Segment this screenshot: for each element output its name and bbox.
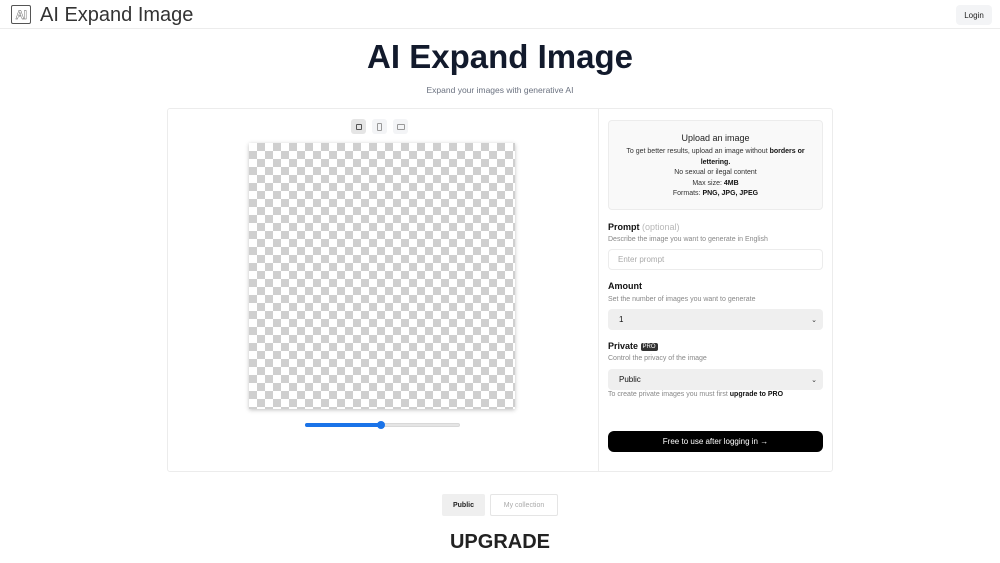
upgrade-to-pro-link[interactable]: upgrade to PRO (730, 391, 783, 398)
amount-description: Set the number of images you want to gen… (608, 296, 756, 303)
upload-title: Upload an image (681, 133, 750, 143)
amount-selected-value: 1 (619, 315, 624, 324)
upload-content-rule: No sexual or ilegal content (674, 169, 757, 176)
upgrade-hint-text: To create private images you must first (608, 391, 730, 398)
image-canvas[interactable] (249, 143, 515, 409)
logo-icon[interactable]: AI (11, 5, 31, 24)
upload-tip: To get better results, upload an image w… (619, 147, 812, 168)
app-title[interactable]: AI Expand Image (40, 4, 193, 27)
panel-divider (598, 109, 599, 471)
prompt-input[interactable] (608, 249, 823, 270)
privacy-select[interactable]: Public ⌄ (608, 369, 823, 390)
prompt-label-text: Prompt (608, 222, 640, 232)
formats-label: Formats: (672, 190, 703, 197)
login-to-use-button[interactable]: Free to use after logging in → (608, 431, 823, 452)
private-label-text: Private (608, 341, 639, 351)
private-description: Control the privacy of the image (608, 355, 707, 362)
login-button[interactable]: Login (956, 5, 992, 25)
upload-max-size: Max size: 4MB (619, 179, 812, 190)
slider-thumb[interactable] (376, 421, 385, 429)
slider-fill (305, 423, 381, 427)
page-title: AI Expand Image (367, 38, 633, 75)
upgrade-heading: UPGRADE (449, 531, 550, 553)
amount-select[interactable]: 1 ⌄ (608, 309, 823, 330)
privacy-selected-value: Public (619, 375, 641, 384)
monitor-icon (396, 123, 405, 130)
tab-public[interactable]: Public (442, 494, 485, 516)
ratio-square-button[interactable] (351, 119, 366, 134)
zoom-slider[interactable] (305, 421, 460, 429)
max-size-label: Max size: (692, 179, 724, 187)
ratio-landscape-button[interactable] (393, 119, 408, 134)
pro-badge: PRO (640, 343, 658, 351)
ratio-portrait-button[interactable] (372, 119, 387, 134)
max-size-value: 4MB (723, 179, 739, 187)
upload-dropzone[interactable]: Upload an image To get better results, u… (608, 120, 823, 210)
upload-formats: Formats: PNG, JPG, JPEG (619, 189, 812, 200)
top-bar: AI AI Expand Image Login (0, 0, 1000, 29)
upload-tip-text: To get better results, upload an image w… (626, 148, 770, 155)
portrait-icon (377, 122, 382, 131)
optional-tag: (optional) (642, 222, 680, 232)
editor-card: Upload an image To get better results, u… (167, 108, 833, 472)
page-subtitle: Expand your images with generative AI (426, 85, 574, 95)
chevron-down-icon: ⌄ (811, 316, 817, 324)
prompt-description: Describe the image you want to generate … (608, 236, 768, 243)
tab-my-collection[interactable]: My collection (490, 494, 558, 516)
prompt-label: Prompt (optional) (608, 222, 680, 232)
amount-label: Amount (608, 281, 642, 291)
formats-value: PNG, JPG, JPEG (702, 190, 759, 197)
private-label: Private PRO (608, 341, 658, 351)
upgrade-hint: To create private images you must first … (608, 391, 783, 398)
chevron-down-icon: ⌄ (811, 376, 817, 384)
square-icon (355, 123, 362, 130)
logo-glyph: AI (15, 7, 27, 22)
